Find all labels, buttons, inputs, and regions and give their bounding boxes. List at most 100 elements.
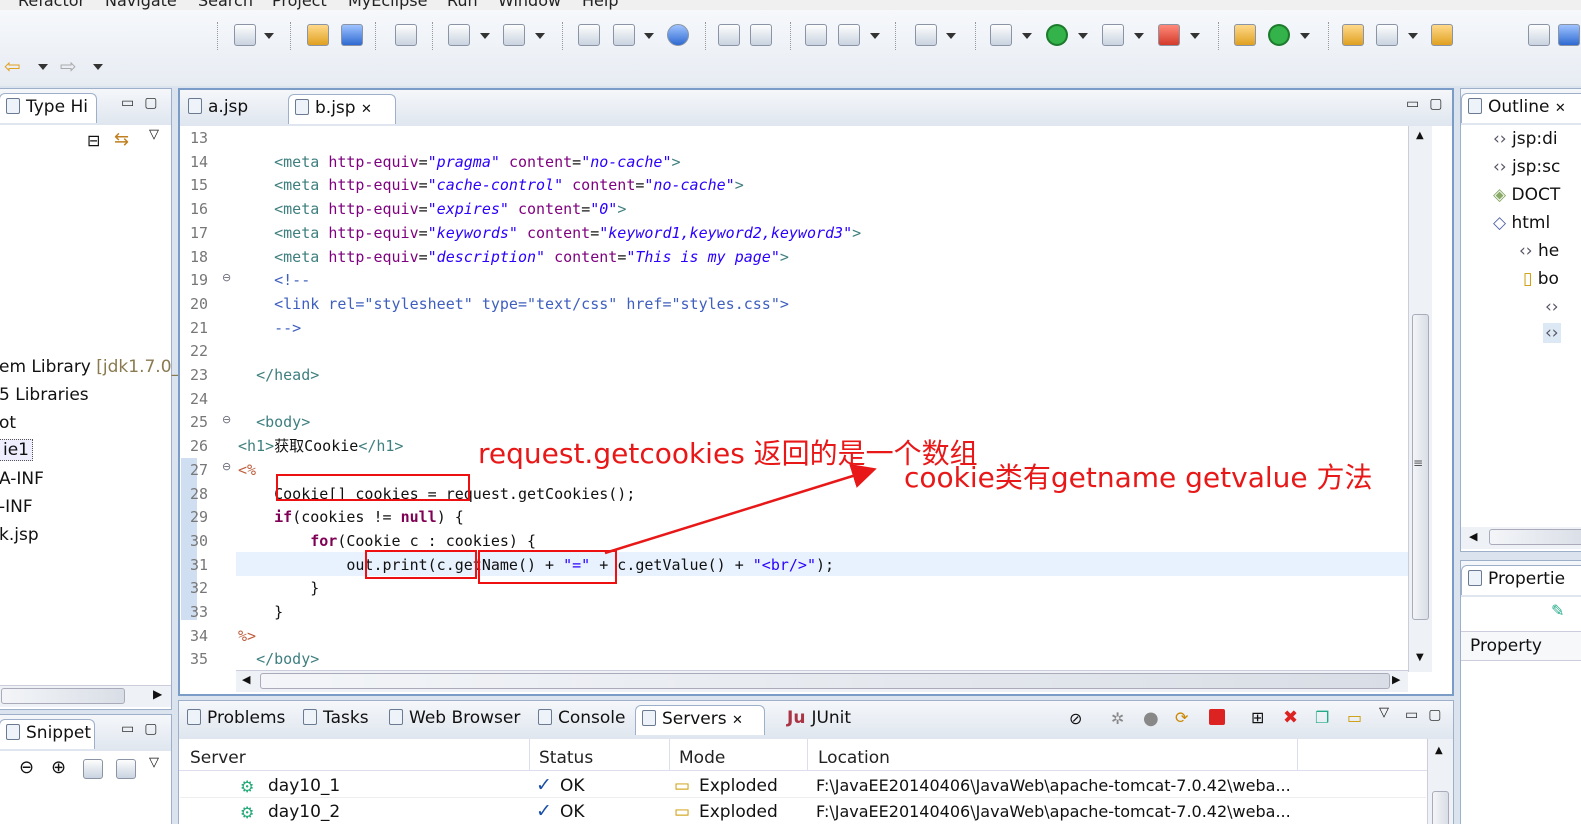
chevron-down-icon[interactable] [1190, 33, 1200, 39]
collapse-all-icon[interactable]: ⊟ [87, 131, 100, 150]
scrollbar-thumb[interactable] [1432, 791, 1449, 824]
zoom-out-icon[interactable]: ⊖ [19, 757, 34, 778]
tab-outline[interactable]: Outline ✕ [1461, 93, 1581, 123]
web-icon[interactable] [838, 24, 860, 46]
back-arrow-icon[interactable]: ⇦ [4, 54, 21, 78]
scroll-left-icon[interactable]: ◀ [1469, 530, 1477, 543]
servers-vertical-scrollbar[interactable]: ▲ [1427, 739, 1453, 824]
code-line[interactable]: </head> [238, 364, 319, 386]
code-line[interactable]: <meta http-equiv="pragma" content="no-ca… [238, 151, 680, 173]
menu-search[interactable]: Search [198, 0, 253, 10]
chevron-down-icon[interactable] [264, 33, 274, 39]
editor-horizontal-scrollbar[interactable]: ◀ ▶ [236, 670, 1408, 692]
run-icon[interactable] [1046, 24, 1068, 46]
link-editor-icon[interactable]: ⇆ [114, 129, 129, 150]
code-line[interactable]: <meta http-equiv="description" content="… [238, 246, 789, 268]
calendar-icon[interactable] [395, 24, 417, 46]
outline-item[interactable]: ‹› jsp:sc [1493, 157, 1560, 177]
view-menu-icon[interactable]: ▽ [1379, 705, 1389, 720]
chevron-down-icon[interactable] [1134, 33, 1144, 39]
column-header-mode[interactable]: Mode [679, 748, 725, 768]
scrollbar-thumb[interactable] [1489, 529, 1581, 545]
menu-myeclipse[interactable]: MyEclipse [348, 0, 427, 10]
scroll-right-icon[interactable]: ▶ [1392, 673, 1400, 686]
fit-icon[interactable] [116, 759, 136, 779]
tree-item-selected[interactable]: ie1 [0, 439, 33, 461]
code-line[interactable]: %> [238, 625, 256, 647]
outline-item[interactable]: ‹› [1545, 297, 1559, 317]
server-icon[interactable] [578, 24, 600, 46]
outline-item-selected[interactable]: ‹› [1543, 323, 1561, 343]
menu-run[interactable]: Run [447, 0, 478, 10]
code-line[interactable]: } [238, 601, 283, 623]
editor-vertical-scrollbar[interactable]: ▲ ▼ [1408, 126, 1432, 672]
code-line[interactable]: <meta http-equiv="keywords" content="key… [238, 222, 861, 244]
zoom-in-icon[interactable]: ⊕ [51, 757, 66, 778]
search-person-icon[interactable] [503, 24, 525, 46]
menu-refactor[interactable]: Refactor [18, 0, 85, 10]
property-column-header[interactable]: Property [1461, 631, 1581, 661]
chevron-down-icon[interactable] [1022, 33, 1032, 39]
scrollbar-thumb[interactable] [260, 673, 1390, 689]
export-icon[interactable] [613, 24, 635, 46]
tab-snippet[interactable]: Snippet [0, 719, 95, 749]
code-line[interactable]: <!-- [238, 269, 310, 291]
open-folder-icon[interactable] [1342, 24, 1364, 46]
forward-arrow-icon[interactable]: ⇨ [60, 54, 77, 78]
folder-icon[interactable] [1431, 24, 1453, 46]
code-line[interactable]: <meta http-equiv="cache-control" content… [238, 174, 744, 196]
tab-b-jsp[interactable]: b.jsp ✕ [288, 94, 396, 124]
min-max-icon[interactable]: ▭▢ [1406, 96, 1452, 112]
chevron-down-icon[interactable] [644, 33, 654, 39]
column-header-server[interactable]: Server [190, 748, 246, 768]
globe-icon[interactable] [667, 24, 689, 46]
close-icon[interactable]: ✕ [361, 102, 372, 117]
chevron-down-icon[interactable] [946, 33, 956, 39]
view-menu-icon[interactable]: ▽ [149, 755, 159, 770]
chevron-down-icon[interactable] [38, 64, 48, 70]
scroll-down-icon[interactable]: ▼ [1416, 652, 1424, 663]
close-icon[interactable]: ✕ [1555, 101, 1566, 116]
tree-item-ot[interactable]: ot [0, 413, 16, 433]
zoom-100-icon[interactable] [83, 759, 103, 779]
outline-item[interactable]: ◈ DOCT [1493, 185, 1560, 205]
debug-server-icon[interactable]: ✲ [1111, 709, 1124, 728]
chevron-down-icon[interactable] [480, 33, 490, 39]
tree-item-web-inf[interactable]: -INF [0, 497, 33, 517]
deploy-icon[interactable] [448, 24, 470, 46]
tree-item-system-library[interactable]: em Library [jdk1.7.0_( [0, 357, 187, 377]
chevron-down-icon[interactable] [1078, 33, 1088, 39]
debug-icon[interactable] [990, 24, 1012, 46]
tab-web-browser[interactable]: Web Browser [383, 705, 528, 735]
outline-item[interactable]: ‹› jsp:di [1493, 129, 1558, 149]
fold-icon[interactable]: ⊖ [222, 413, 231, 426]
view-menu-icon[interactable]: ▽ [149, 127, 159, 142]
code-line[interactable]: <% [238, 459, 256, 481]
min-max-icon[interactable]: ▭▢ [1405, 707, 1451, 723]
chevron-down-icon[interactable] [1300, 33, 1310, 39]
tab-type-hierarchy[interactable]: Type Hi [0, 93, 97, 123]
tab-properties[interactable]: Propertie [1461, 565, 1581, 595]
coverage-icon[interactable] [1102, 24, 1124, 46]
class-icon[interactable] [341, 24, 363, 46]
collapse-icon[interactable]: ⊘ [1069, 709, 1082, 728]
menu-navigate[interactable]: Navigate [105, 0, 177, 10]
copy-icon[interactable]: ❐ [1315, 708, 1329, 727]
scroll-up-icon[interactable]: ▲ [1435, 745, 1443, 756]
scrollbar-thumb[interactable] [1, 688, 125, 704]
min-max-icon[interactable]: ▭▢ [121, 721, 167, 737]
code-line[interactable]: <link rel="stylesheet" type="text/css" h… [238, 293, 789, 315]
camera-icon[interactable] [915, 24, 937, 46]
tab-junit[interactable]: Ju JUnit [781, 705, 859, 735]
menu-project[interactable]: Project [272, 0, 327, 10]
outline-item[interactable]: ▯ bo [1523, 269, 1559, 289]
chevron-down-icon[interactable] [535, 33, 545, 39]
tree-item-libraries[interactable]: 5 Libraries [0, 385, 89, 405]
code-line[interactable]: <meta http-equiv="expires" content="0"> [238, 198, 626, 220]
outline-horizontal-scrollbar[interactable]: ◀ [1461, 527, 1581, 549]
scroll-up-icon[interactable]: ▲ [1416, 130, 1424, 141]
table-icon[interactable] [805, 24, 827, 46]
outline-item[interactable]: ◇ html [1493, 213, 1550, 233]
fold-icon[interactable]: ⊖ [222, 271, 231, 284]
tree-item-jsp[interactable]: k.jsp [0, 525, 39, 545]
